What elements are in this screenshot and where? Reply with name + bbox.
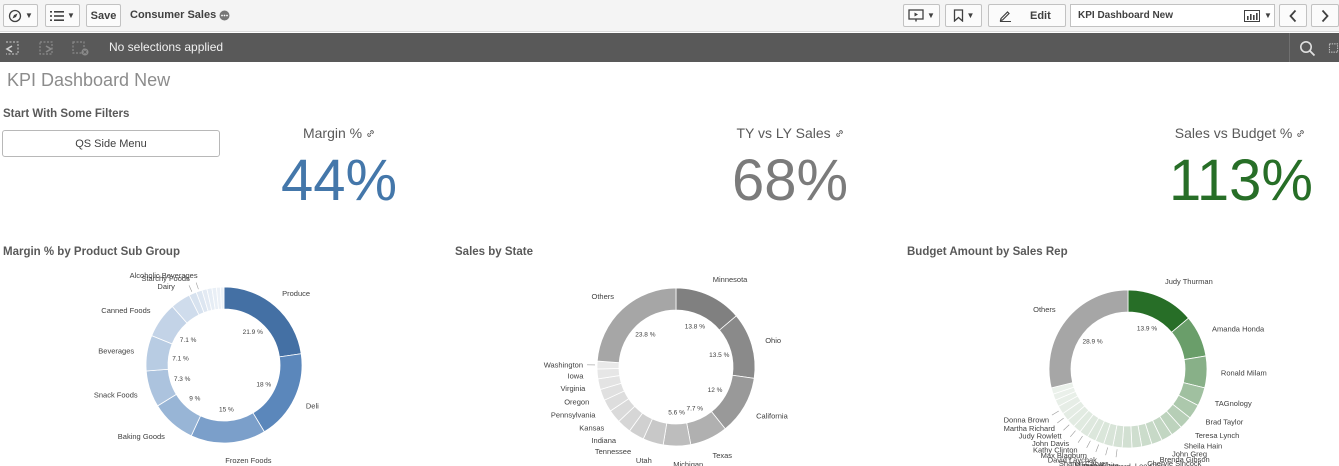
slice-label: Amanda Honda bbox=[1212, 324, 1265, 333]
label-leader-line bbox=[1115, 449, 1118, 458]
slice-label: Teresa Lynch bbox=[1195, 431, 1239, 440]
slice-percent-label: 13.9 % bbox=[1137, 326, 1157, 333]
label-leader-line bbox=[1077, 435, 1083, 443]
slice-label: Lee Chin bbox=[1135, 461, 1165, 466]
slice-label: Judy Thurman bbox=[1165, 277, 1213, 286]
budget-rep-donut-chart[interactable]: Judy Thurman 13.9 % Amanda Honda Ronald Mil… bbox=[0, 0, 1339, 466]
slice-label: Judy Rowlett bbox=[1019, 432, 1063, 441]
label-leader-line bbox=[1095, 444, 1099, 453]
label-leader-line bbox=[1057, 417, 1064, 424]
slice-label: Martha Richard bbox=[1004, 424, 1055, 433]
label-leader-line bbox=[1105, 447, 1108, 456]
slice-label: TAGnology bbox=[1215, 399, 1252, 408]
slice-percent-label: 28.9 % bbox=[1082, 339, 1102, 346]
label-leader-line bbox=[1063, 424, 1070, 431]
slice-label: Donna Brown bbox=[1004, 415, 1049, 424]
label-leader-line bbox=[1070, 430, 1076, 437]
label-leader-line bbox=[1051, 410, 1059, 416]
slice-label: Brad Taylor bbox=[1205, 418, 1243, 427]
slice-label: Others bbox=[1033, 305, 1056, 314]
slice-label: Ronald Milam bbox=[1221, 369, 1267, 378]
label-leader-line bbox=[1086, 440, 1091, 448]
